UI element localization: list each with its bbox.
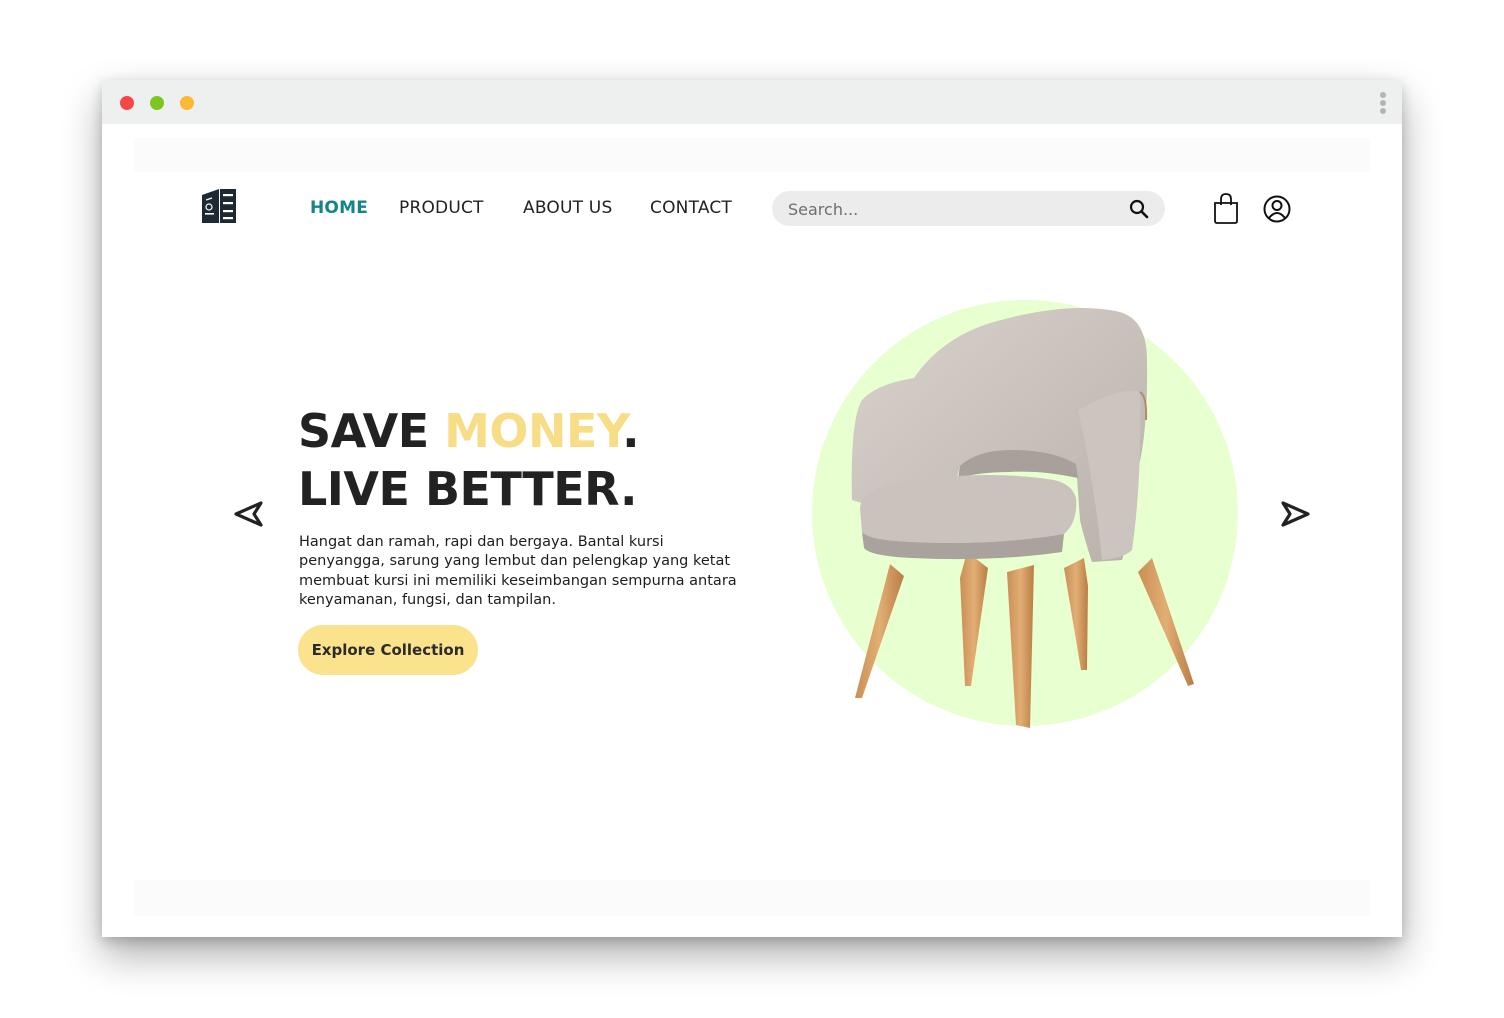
headline-part1: SAVE	[298, 404, 445, 458]
headline-accent: MONEY	[444, 404, 623, 458]
user-circle-icon[interactable]	[1262, 194, 1292, 224]
hero-headline: SAVE MONEY. LIVE BETTER.	[298, 402, 640, 518]
browser-window: HOME PRODUCT ABOUT US CONTACT Search... …	[102, 80, 1402, 937]
hero-description: Hangat dan ramah, rapi dan bergaya. Bant…	[299, 534, 737, 608]
headline-period: .	[622, 404, 640, 458]
top-band	[134, 138, 1370, 172]
maximize-window-button[interactable]	[180, 96, 194, 110]
hero-image-area	[802, 300, 1252, 740]
arrow-left-icon[interactable]	[234, 500, 264, 528]
nav-contact[interactable]: CONTACT	[650, 198, 732, 218]
nav-about-us[interactable]: ABOUT US	[523, 198, 612, 218]
shopping-bag-icon[interactable]	[1212, 192, 1240, 224]
bookshelf-logo-icon[interactable]	[200, 185, 238, 225]
browser-titlebar	[102, 80, 1402, 124]
armchair-product-image	[812, 300, 1238, 728]
bottom-band	[134, 880, 1370, 916]
search-bar	[772, 191, 1165, 228]
explore-collection-button[interactable]: Explore Collection	[298, 625, 478, 675]
arrow-right-icon[interactable]	[1280, 500, 1310, 528]
kebab-menu-icon[interactable]	[1378, 90, 1388, 116]
headline-line2: LIVE BETTER.	[298, 462, 637, 516]
close-window-button[interactable]	[120, 96, 134, 110]
search-input[interactable]	[786, 191, 1120, 228]
search-icon[interactable]	[1128, 198, 1150, 220]
minimize-window-button[interactable]	[150, 96, 164, 110]
nav-product[interactable]: PRODUCT	[399, 198, 484, 218]
nav-home[interactable]: HOME	[310, 198, 368, 218]
